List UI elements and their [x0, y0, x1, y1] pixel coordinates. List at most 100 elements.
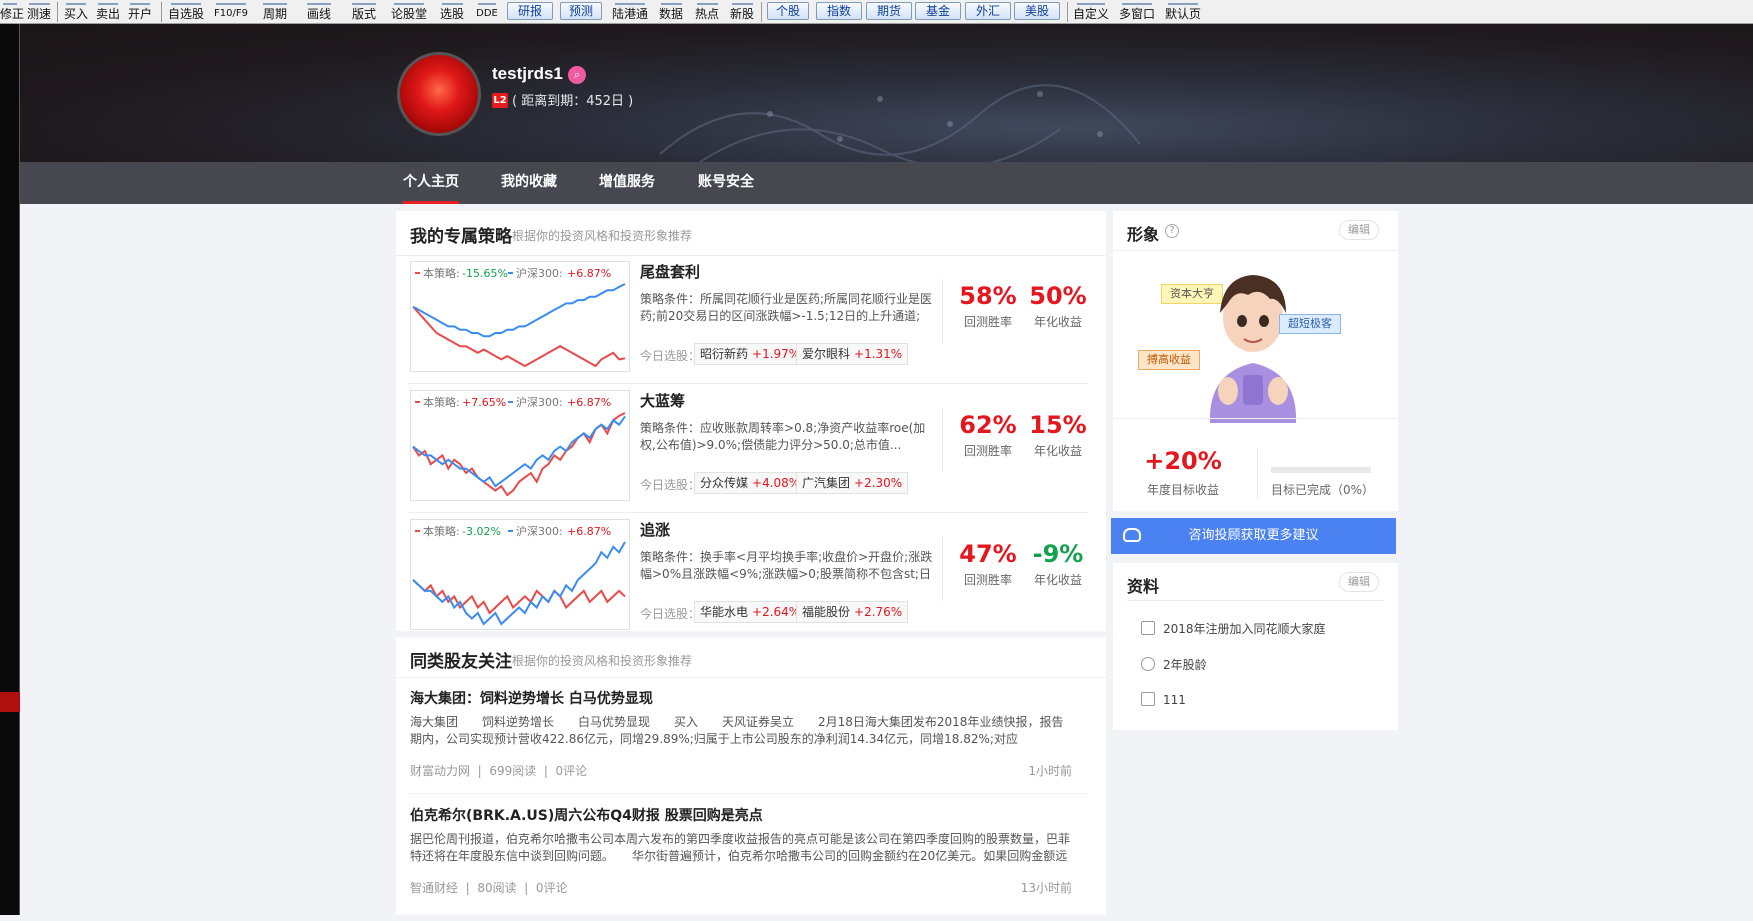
toolbar-sell-button[interactable]: 卖出 — [94, 0, 122, 24]
strategy-row-divider — [408, 383, 1088, 384]
level-badge: L2 — [492, 93, 508, 108]
news-time: 13小时前 — [1020, 881, 1072, 895]
profile-item-note: 111 — [1141, 692, 1186, 707]
today-picks-label: 今日选股： — [640, 607, 701, 621]
annual-label: 年化收益 — [1033, 573, 1082, 587]
news-title[interactable]: 海大集团：饲料逆势增长 白马优势显现 — [410, 688, 653, 708]
today-picks-label: 今日选股： — [640, 478, 701, 492]
legend-index-value: +6.87% — [567, 396, 611, 409]
winrate-stat: 58% 回测胜率 — [948, 281, 1028, 330]
toolbar-default-page-button[interactable]: 默认页 — [1162, 0, 1204, 24]
tab-home[interactable]: 个人主页 — [403, 162, 459, 204]
strategy-name[interactable]: 尾盘套利 — [640, 261, 700, 282]
strategy-card[interactable]: 本策略: -3.02% 沪深300: +6.87% 追涨 策略条件：换手率<月平均换手率;… — [396, 519, 1099, 647]
toolbar-data-button[interactable]: 数据 — [656, 0, 686, 24]
toolbar-forex-button[interactable]: 外汇 — [965, 2, 1011, 20]
toolbar-speed-button[interactable]: 测速 — [24, 0, 54, 24]
strategy-card[interactable]: 本策略: +7.65% 沪深300: +6.87% 大蓝筹 策略条件：应收账款周转率>0.… — [396, 390, 1099, 518]
strategy-divider — [942, 279, 943, 343]
stock-chip[interactable]: 华能水电 +2.64% — [694, 601, 807, 623]
annual-value: 15% — [1029, 411, 1087, 439]
toolbar-divider — [57, 2, 58, 22]
news-comments: 0评论 — [555, 764, 588, 778]
winrate-stat: 47% 回测胜率 — [948, 539, 1028, 588]
news-title[interactable]: 伯克希尔(BRK.A.US)周六公布Q4财报 股票回购是亮点 — [410, 805, 763, 825]
toolbar-forecast-button[interactable]: 预测 — [560, 2, 602, 20]
legend-strategy-value: +7.65% — [462, 396, 506, 409]
user-avatar[interactable] — [397, 52, 481, 136]
toolbar-research-button[interactable]: 研报 — [507, 2, 553, 20]
toolbar-hot-button[interactable]: 热点 — [692, 0, 722, 24]
toolbar-fund-button[interactable]: 基金 — [915, 2, 961, 20]
peers-divider — [396, 677, 1106, 678]
legend-strategy: 本策略: — [423, 395, 460, 409]
strategy-name[interactable]: 大蓝筹 — [640, 390, 685, 411]
news-item[interactable]: 伯克希尔(BRK.A.US)周六公布Q4财报 股票回购是亮点 据巴伦周刊报道，伯… — [396, 805, 1099, 921]
winrate-stat: 62% 回测胜率 — [948, 410, 1028, 459]
consult-advisor-button[interactable]: 咨询投顾获取更多建议 — [1111, 518, 1396, 554]
toolbar-hk-connect-button[interactable]: 陆港通 — [608, 0, 652, 24]
strategy-chart-svg: 本策略: +7.65% 沪深300: +6.87% — [412, 395, 626, 497]
news-reads: 699阅读 — [489, 764, 537, 778]
stock-chip[interactable]: 爱尔眼科 +1.31% — [796, 343, 909, 365]
annual-stat: 50% 年化收益 — [1018, 281, 1098, 330]
stock-chip[interactable]: 昭衍新药 +1.97% — [694, 343, 807, 365]
persona-panel: 形象 ? 编辑 资本大亨 超短极客 搏高收益 +20% 年度目标收益 目标已完成… — [1113, 211, 1398, 511]
news-source: 财富动力网 — [410, 764, 471, 778]
tab-favorites[interactable]: 我的收藏 — [501, 162, 557, 204]
header-decoration — [659, 84, 1141, 162]
persona-tag: 搏高收益 — [1138, 350, 1200, 370]
profile-divider — [1127, 600, 1384, 601]
toolbar-dde-button[interactable]: DDE — [474, 0, 500, 24]
help-icon[interactable]: ? — [1165, 224, 1179, 238]
toolbar-futures-button[interactable]: 期货 — [866, 2, 912, 20]
strategy-chart-svg: 本策略: -15.65% 沪深300: +6.87% — [412, 266, 626, 368]
toolbar-ipo-button[interactable]: 新股 — [727, 0, 757, 24]
toolbar-screener-button[interactable]: 选股 — [437, 0, 467, 24]
toolbar-divider — [761, 2, 762, 22]
toolbar-stock-button[interactable]: 个股 — [767, 2, 809, 20]
annual-target-label: 年度目标收益 — [1146, 483, 1219, 497]
legend-index: 沪深300: — [516, 395, 563, 409]
target-progress-bar — [1271, 467, 1371, 473]
annual-target-value: +20% — [1144, 447, 1222, 475]
strategy-divider — [942, 408, 943, 472]
legend-index-value: +6.87% — [567, 525, 611, 538]
strategy-chart: 本策略: +7.65% 沪深300: +6.87% — [410, 390, 630, 501]
toolbar-us-stock-button[interactable]: 美股 — [1014, 2, 1060, 20]
toolbar-buy-button[interactable]: 买入 — [62, 0, 90, 24]
tab-account-security[interactable]: 账号安全 — [698, 162, 754, 204]
stock-chip[interactable]: 福能股份 +2.76% — [796, 601, 909, 623]
strategy-name[interactable]: 追涨 — [640, 519, 670, 540]
toolbar-forum-button[interactable]: 论股堂 — [388, 0, 430, 24]
legend-index: 沪深300: — [516, 524, 563, 538]
toolbar-multiwindow-button[interactable]: 多窗口 — [1116, 0, 1158, 24]
toolbar-custom-button[interactable]: 自定义 — [1071, 0, 1111, 24]
robot-icon — [1123, 528, 1141, 542]
winrate-value: 58% — [959, 282, 1017, 310]
today-picks-label: 今日选股： — [640, 349, 701, 363]
stock-chip[interactable]: 广汽集团 +2.30% — [796, 472, 909, 494]
toolbar-watchlist-button[interactable]: 自选股 — [165, 0, 207, 24]
news-source: 智通财经 — [410, 881, 459, 895]
tab-value-added[interactable]: 增值服务 — [599, 162, 655, 204]
toolbar-open-account-button[interactable]: 开户 — [126, 0, 154, 24]
user-search-icon[interactable]: ⌕ — [568, 66, 586, 84]
peers-subtitle: 根据你的投资风格和投资形象推荐 — [512, 654, 693, 668]
toolbar-period-button[interactable]: 周期 — [258, 0, 292, 24]
toolbar-draw-button[interactable]: 画线 — [302, 0, 336, 24]
winrate-label: 回测胜率 — [963, 315, 1012, 329]
index-series-line — [412, 283, 626, 338]
stock-chip[interactable]: 分众传媒 +4.08% — [694, 472, 807, 494]
persona-edit-button[interactable]: 编辑 — [1339, 220, 1379, 240]
toolbar-layout-button[interactable]: 版式 — [347, 0, 381, 24]
profile-edit-button[interactable]: 编辑 — [1339, 572, 1379, 592]
toolbar-fix-button[interactable]: 修正 — [0, 0, 24, 24]
clock-icon — [1141, 657, 1155, 671]
consult-advisor-label: 咨询投顾获取更多建议 — [1188, 528, 1319, 543]
strategy-card[interactable]: 本策略: -15.65% 沪深300: +6.87% 尾盘套利 策略条件：所属同花顺行业是… — [396, 261, 1099, 389]
news-item[interactable]: 海大集团：饲料逆势增长 白马优势显现 海大集团 饲料逆势增长 白马优势显现 买入… — [396, 688, 1099, 804]
toolbar-f10-button[interactable]: F10/F9 — [209, 0, 253, 24]
toolbar-index-button[interactable]: 指数 — [816, 2, 862, 20]
strategy-chart: 本策略: -15.65% 沪深300: +6.87% — [410, 261, 630, 372]
